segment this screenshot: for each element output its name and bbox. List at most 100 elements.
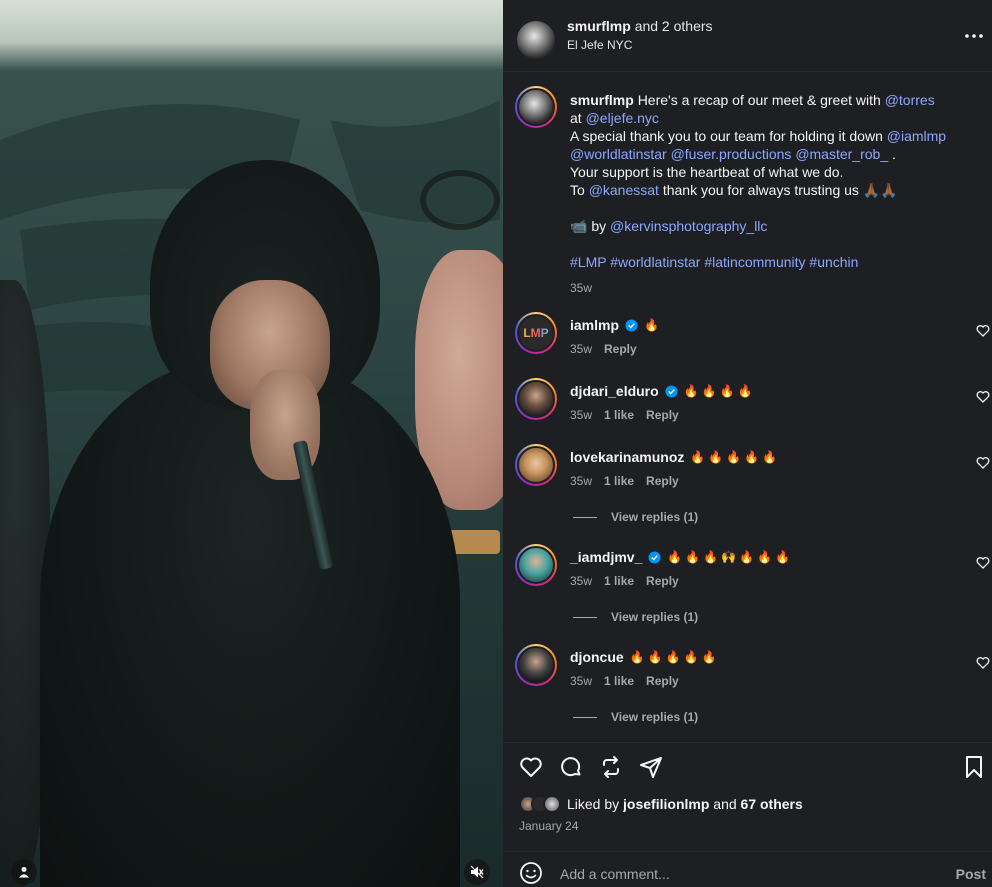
like-comment-heart-icon[interactable] <box>976 556 990 570</box>
coauthors-label[interactable]: and 2 others <box>635 18 713 34</box>
comment-likes[interactable]: 1 like <box>604 474 634 488</box>
location-link[interactable]: El Jefe NYC <box>567 38 713 52</box>
by-label: by <box>591 218 607 234</box>
mention-link[interactable]: @kanessat <box>589 182 659 198</box>
comment-avatar[interactable] <box>515 544 557 586</box>
speaker-muted-icon <box>470 865 484 879</box>
caption-time: 35w <box>570 281 593 295</box>
background-camera <box>420 170 500 230</box>
caption-text-segment: Here's a recap of our meet & greet with <box>637 92 885 108</box>
comment-avatar[interactable] <box>515 444 557 486</box>
comment-time: 35w <box>570 408 593 422</box>
comment-likes[interactable]: 1 like <box>604 408 634 422</box>
view-replies-button[interactable]: View replies (1) <box>573 510 698 524</box>
comment-username[interactable]: djoncue <box>570 648 624 666</box>
comment-time: 35w <box>570 674 593 688</box>
comment-bubble-icon[interactable] <box>559 755 583 779</box>
like-heart-icon[interactable] <box>519 755 543 779</box>
author-username[interactable]: smurflmp <box>567 18 631 34</box>
hashtags[interactable]: #LMP #worldlatinstar #latincommunity #un… <box>570 253 980 271</box>
verified-badge-icon <box>648 550 661 564</box>
liker-avatar <box>543 795 561 813</box>
user-icon <box>19 867 29 878</box>
comment-time: 35w <box>570 342 593 356</box>
liked-by-prefix: Liked by <box>567 796 620 812</box>
comment-username[interactable]: djdari_elduro <box>570 382 659 400</box>
more-horizontal-icon <box>965 34 983 38</box>
photographer-mention[interactable]: @kervinsphotography_llc <box>610 218 767 234</box>
reply-button[interactable]: Reply <box>646 574 679 588</box>
replies-dash <box>573 516 597 518</box>
comment-text: 🔥🔥🔥🔥🔥 <box>629 650 720 664</box>
post-details-panel: smurflmp and 2 others El Jefe NYC smurfl… <box>503 0 992 887</box>
mention-link[interactable]: @master_rob_ <box>795 146 888 162</box>
comment-input[interactable]: Add a comment... <box>560 866 670 882</box>
like-comment-heart-icon[interactable] <box>976 324 990 338</box>
like-comment-heart-icon[interactable] <box>976 656 990 670</box>
post-header: smurflmp and 2 others El Jefe NYC <box>503 0 992 72</box>
tagged-users-button[interactable] <box>11 859 37 885</box>
emoji-smile-icon[interactable] <box>519 861 543 885</box>
caption-text-segment: Your support is the heartbeat of what we… <box>570 164 844 180</box>
liked-by: Liked by josefilionlmp and 67 others <box>519 795 803 813</box>
add-comment-bar: Add a comment... Post <box>503 851 992 887</box>
repost-icon[interactable] <box>599 755 623 779</box>
view-replies-label: View replies (1) <box>611 710 699 724</box>
like-comment-heart-icon[interactable] <box>976 456 990 470</box>
caption-text-segment: . <box>888 146 896 162</box>
comment-likes[interactable]: 1 like <box>604 674 634 688</box>
reply-button[interactable]: Reply <box>646 674 679 688</box>
comment-text: 🔥🔥🔥🔥 <box>683 384 756 398</box>
camera-emoji: 📹 <box>570 218 588 234</box>
caption-text-segment: A special thank you to our team for hold… <box>570 128 887 144</box>
like-comment-heart-icon[interactable] <box>976 390 990 404</box>
view-replies-button[interactable]: View replies (1) <box>573 610 698 624</box>
liked-by-avatars[interactable] <box>519 795 561 813</box>
save-bookmark-icon[interactable] <box>962 755 986 779</box>
comment-username[interactable]: iamlmp <box>570 316 619 334</box>
comment-text: 🔥🔥🔥🙌🔥🔥🔥 <box>667 550 793 564</box>
more-options-button[interactable] <box>964 28 992 42</box>
author-names: smurflmp and 2 others El Jefe NYC <box>567 18 713 52</box>
mention-link[interactable]: @eljefe.nyc <box>586 110 659 126</box>
post-media[interactable] <box>0 0 503 887</box>
view-replies-label: View replies (1) <box>611 610 699 624</box>
comment-time: 35w <box>570 474 593 488</box>
caption-avatar[interactable] <box>515 86 557 128</box>
caption-text-segment: To <box>570 182 589 198</box>
reply-button[interactable]: Reply <box>646 408 679 422</box>
reply-button[interactable]: Reply <box>646 474 679 488</box>
comment-username[interactable]: _iamdjmv_ <box>570 548 642 566</box>
mention-link[interactable]: @iamlmp <box>887 128 946 144</box>
mute-button[interactable] <box>464 859 490 885</box>
replies-dash <box>573 616 597 618</box>
mention-link[interactable]: @fuser.productions <box>671 146 792 162</box>
view-replies-label: View replies (1) <box>611 510 699 524</box>
comment-text: 🔥 <box>644 318 662 332</box>
comment-avatar[interactable]: LMP <box>515 312 557 354</box>
post-date: January 24 <box>519 819 579 833</box>
post-comment-button[interactable]: Post <box>956 866 986 882</box>
caption-text: smurflmp Here's a recap of our meet & gr… <box>570 91 980 297</box>
post-actions: Liked by josefilionlmp and 67 others Jan… <box>503 742 992 887</box>
mention-link[interactable]: @torres <box>885 92 935 108</box>
comment-avatar[interactable] <box>515 378 557 420</box>
likes-count[interactable]: 67 others <box>741 796 803 812</box>
lmp-logo: LMP <box>523 326 549 340</box>
share-send-icon[interactable] <box>639 755 663 779</box>
view-replies-button[interactable]: View replies (1) <box>573 710 698 724</box>
liked-by-user[interactable]: josefilionlmp <box>623 796 709 812</box>
author-avatar[interactable] <box>517 21 555 59</box>
comment-likes[interactable]: 1 like <box>604 574 634 588</box>
caption-text-segment: at <box>570 110 586 126</box>
replies-dash <box>573 716 597 718</box>
reply-button[interactable]: Reply <box>604 342 637 356</box>
mention-link[interactable]: @worldlatinstar <box>570 146 667 162</box>
caption-text-segment: thank you for always trusting us 🙏🏾🙏🏾 <box>658 182 898 198</box>
comment-avatar[interactable] <box>515 644 557 686</box>
media-wall <box>0 0 503 70</box>
liked-by-and: and <box>713 796 737 812</box>
caption-username[interactable]: smurflmp <box>570 92 634 108</box>
comment-text: 🔥🔥🔥🔥🔥 <box>690 450 781 464</box>
comment-username[interactable]: lovekarinamunoz <box>570 448 684 466</box>
